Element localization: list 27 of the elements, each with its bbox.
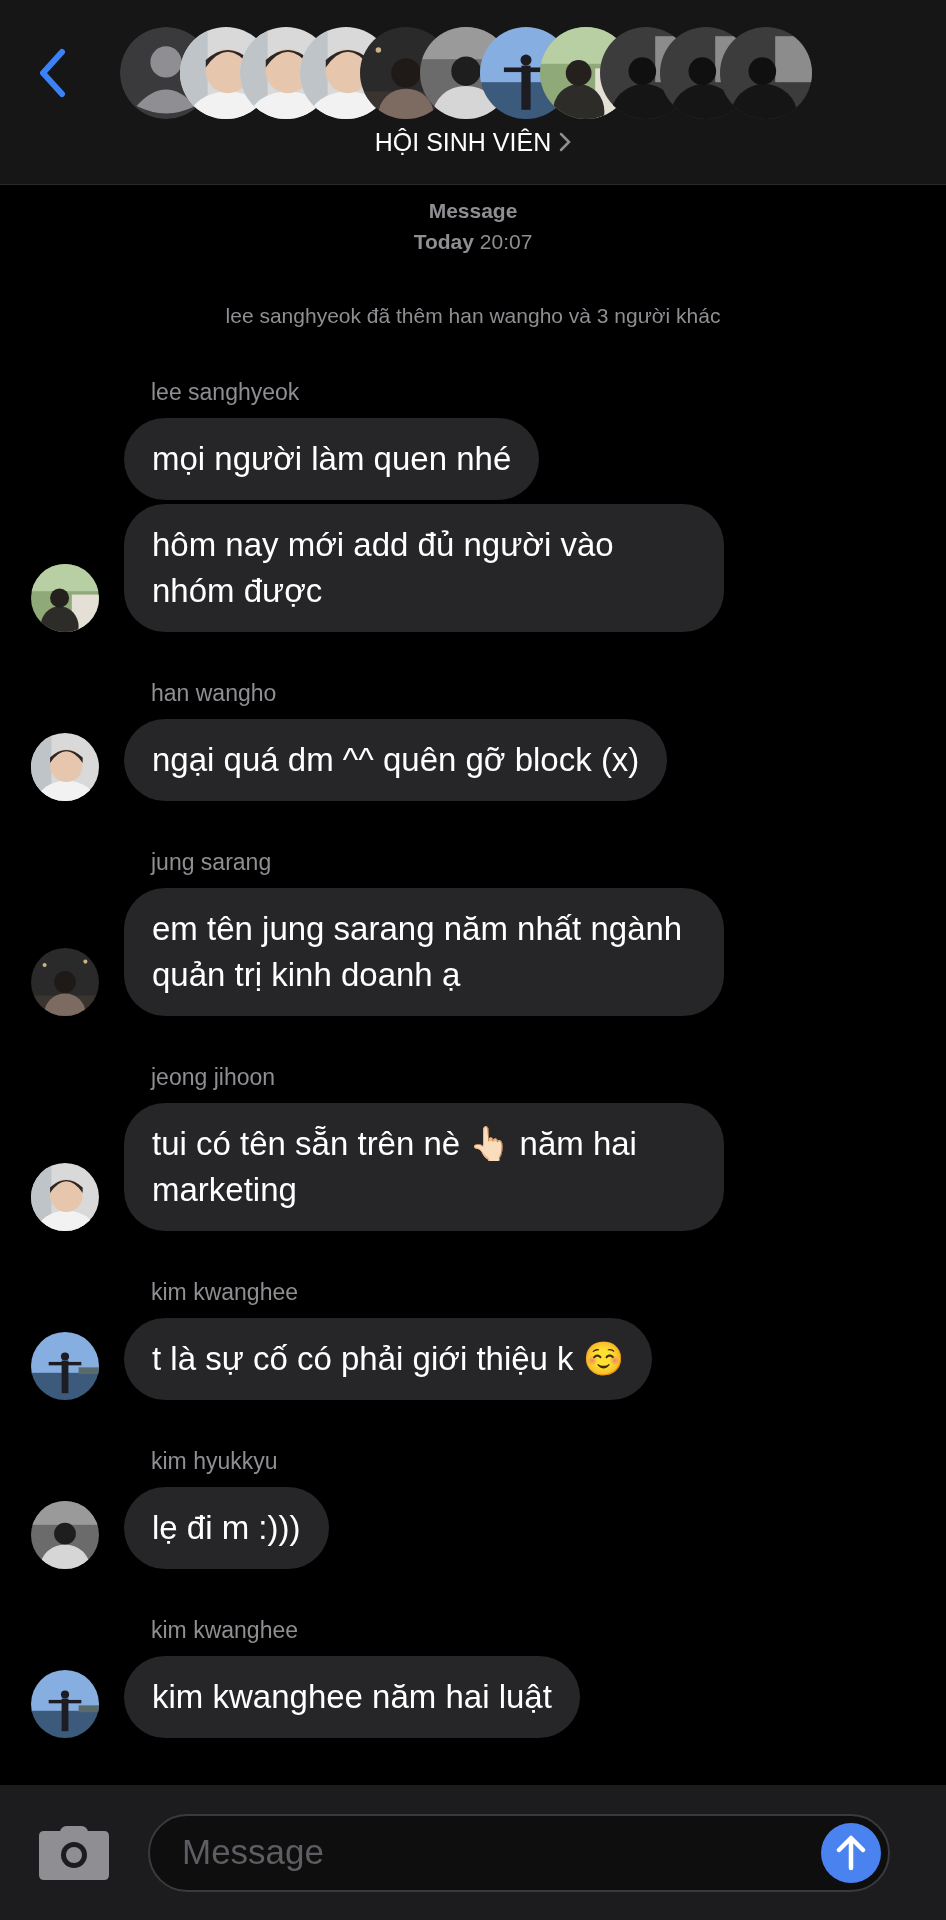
chevron-icon [559,132,572,152]
sender-name: kim kwanghee [151,1616,300,1644]
message-bubble: tui có tên sẵn trên nè 👆🏻 năm hai marketing [124,1103,724,1231]
sender-name: kim hyukkyu [151,1447,279,1475]
timestamp: Today 20:07 [412,229,534,255]
camera-icon [38,1824,110,1881]
arrow-up-icon [835,1834,867,1871]
sender-name: lee sanghyeok [151,378,301,406]
message-bubble: kim kwanghee năm hai luật [124,1656,580,1738]
message-bubble: t là sự cố có phải giới thiệu k ☺ [124,1318,652,1400]
message-bubble: em tên jung sarang năm nhất ngành quản trị kinh doanh ạ [124,888,724,1016]
system-notice: lee sanghyeok đã thêm han wangho và 3 người khác [224,303,722,329]
message-bubble: hôm nay mới add đủ người vào nhóm được [124,504,724,632]
message-bubble: ngại quá dm ^^ quên gỡ block (x) [124,719,668,801]
back-button[interactable] [38,48,66,98]
sender-name: jung sarang [151,848,273,876]
message-bubble: lẹ đi m :))) [124,1487,329,1569]
group-name-button[interactable]: HỘI SINH VIÊN [374,127,572,157]
message-field[interactable]: Message [148,1813,890,1892]
sender-name: han wangho [151,679,278,707]
sender-name: kim kwanghee [151,1278,300,1306]
send-button[interactable] [821,1822,881,1883]
back-icon [38,48,66,98]
sender-name: jeong jihoon [151,1063,277,1091]
service-label: Message [427,198,519,224]
message-bubble: mọi người làm quen nhé [124,418,540,500]
camera-button[interactable] [38,1824,110,1881]
